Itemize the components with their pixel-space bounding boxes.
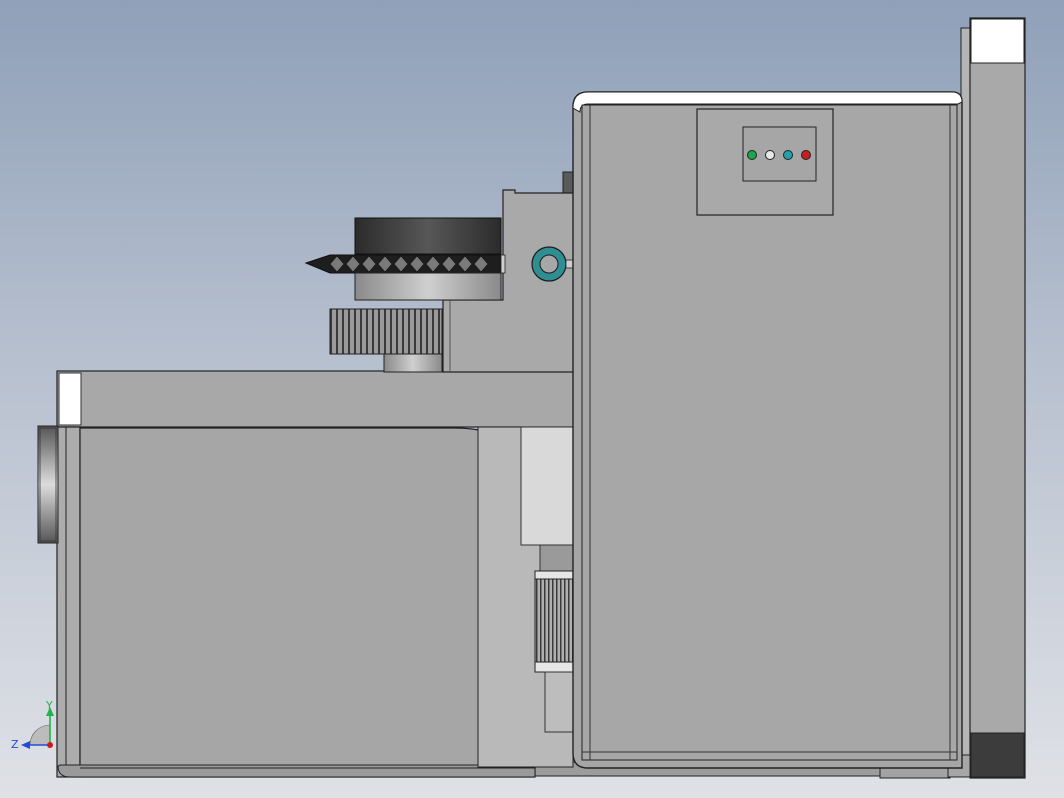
cyan-led	[783, 150, 793, 160]
x-axis-dot	[47, 742, 53, 748]
rear-plate	[960, 17, 1026, 779]
indicator-panel	[696, 108, 834, 216]
z-arrow-icon	[21, 741, 30, 749]
axis-triad: Y Z	[11, 699, 54, 751]
side-knob	[37, 425, 59, 544]
red-led	[801, 150, 811, 160]
z-axis-label: Z	[11, 738, 19, 751]
green-led	[747, 150, 757, 160]
cad-viewport[interactable]: Y Z	[0, 0, 1064, 798]
white-led	[765, 150, 775, 160]
y-axis-label: Y	[45, 699, 53, 712]
drive-cavity	[477, 426, 574, 768]
